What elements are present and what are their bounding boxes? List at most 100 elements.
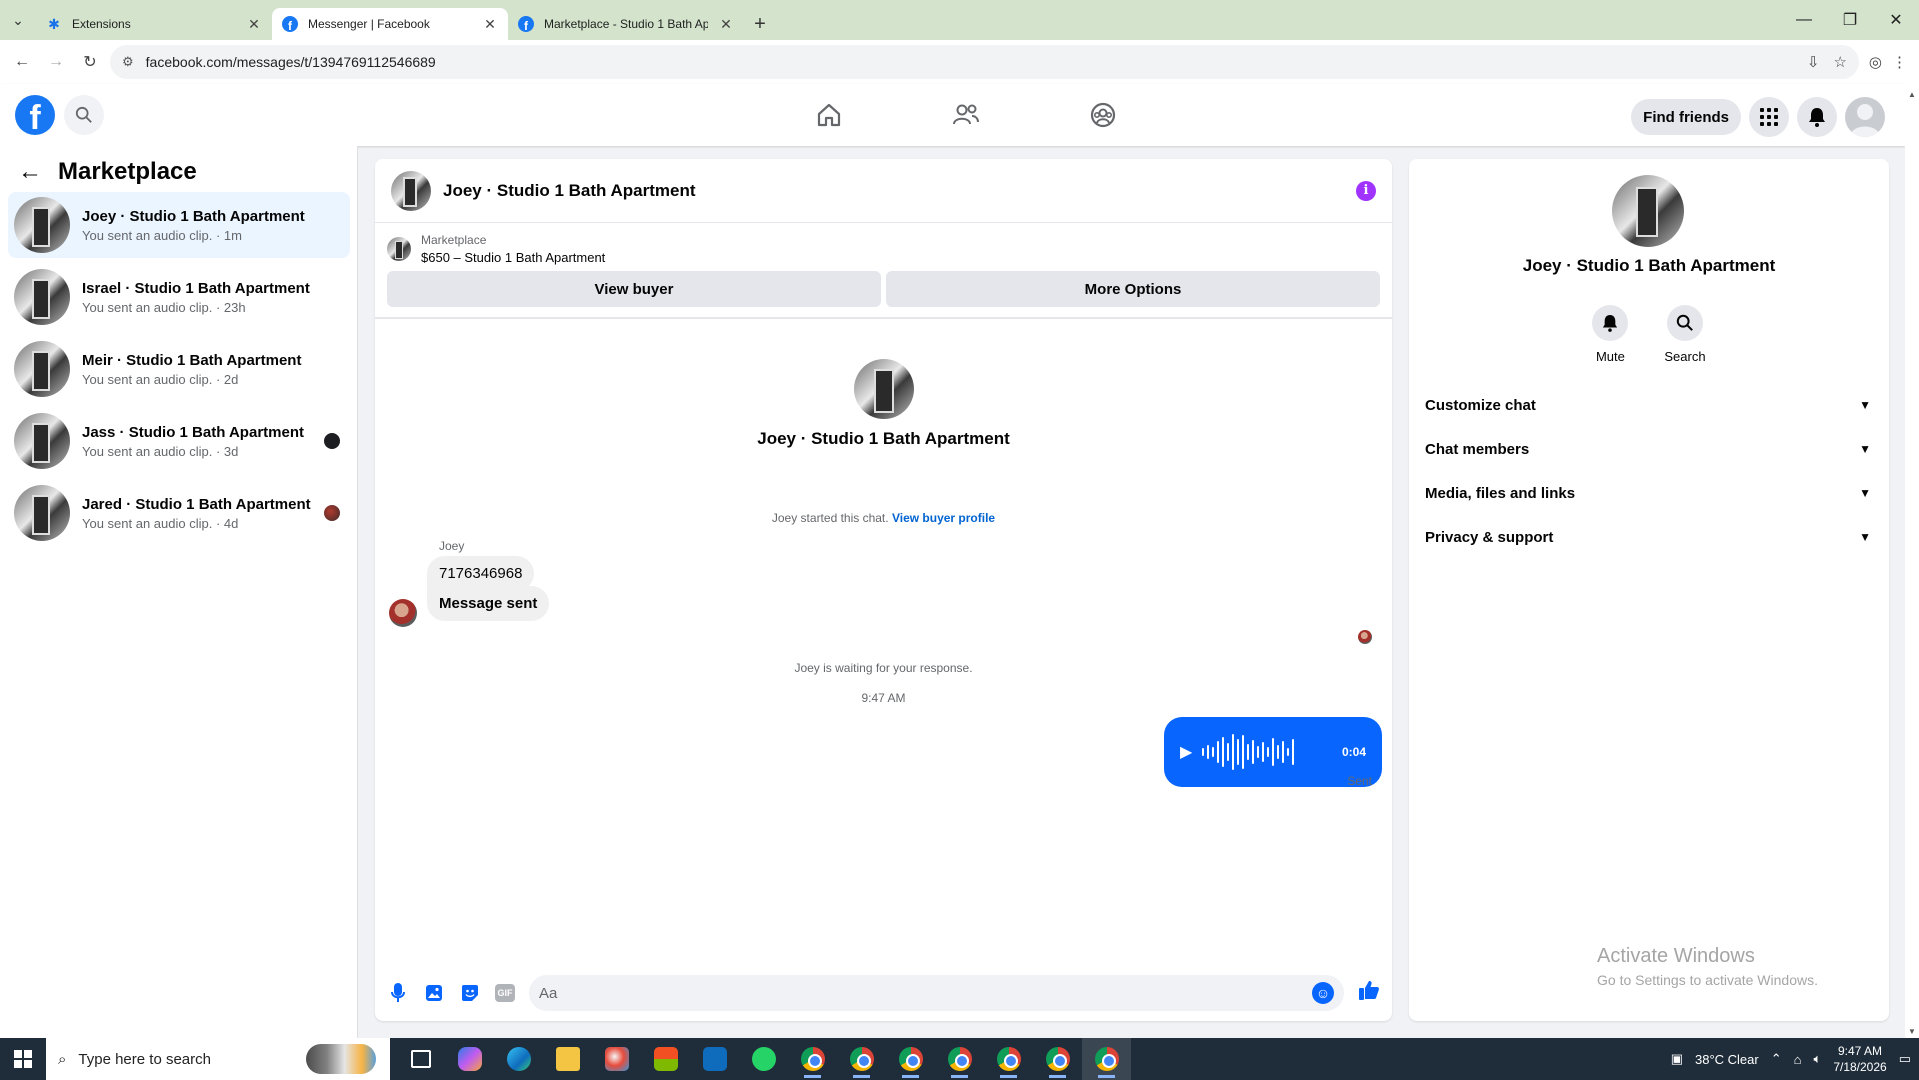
close-window-button[interactable]: ✕: [1873, 0, 1919, 40]
restore-button[interactable]: ❐: [1827, 0, 1873, 40]
chat-started-line: Joey started this chat. View buyer profi…: [375, 511, 1392, 525]
gif-icon[interactable]: GIF: [495, 984, 515, 1002]
profile-icon[interactable]: ◎: [1869, 53, 1882, 71]
weather-text[interactable]: 38°C Clear: [1695, 1052, 1759, 1067]
scroll-down-arrow-icon[interactable]: ▼: [1908, 1027, 1916, 1036]
close-icon[interactable]: ✕: [718, 16, 734, 33]
chat-item-meir[interactable]: Meir · Studio 1 Bath Apartment You sent …: [8, 336, 350, 402]
page-scrollbar[interactable]: ▲ ▼: [1905, 84, 1919, 1038]
close-icon[interactable]: ✕: [246, 16, 262, 33]
emoji-icon[interactable]: ☺: [1312, 982, 1334, 1004]
url-text[interactable]: facebook.com/messages/t/1394769112546689: [146, 54, 1795, 70]
groups-icon[interactable]: [1034, 84, 1171, 146]
chrome-icon[interactable]: [1033, 1038, 1082, 1080]
view-buyer-button[interactable]: View buyer: [387, 271, 881, 307]
tab-marketplace[interactable]: f Marketplace - Studio 1 Bath Ap ✕: [508, 8, 744, 40]
chat-name: Meir · Studio 1 Bath Apartment: [82, 351, 302, 369]
paint-icon[interactable]: [592, 1038, 641, 1080]
chat-item-joey[interactable]: Joey · Studio 1 Bath Apartment You sent …: [8, 192, 350, 258]
chevron-up-icon[interactable]: ⌃: [1771, 1051, 1782, 1067]
install-app-icon[interactable]: ⇩: [1807, 53, 1820, 71]
chat-item-jared[interactable]: Jared · Studio 1 Bath Apartment You sent…: [8, 480, 350, 546]
omnibox[interactable]: ⚙ facebook.com/messages/t/13947691125466…: [110, 45, 1859, 79]
chat-preview: You sent an audio clip. · 23h: [82, 299, 246, 315]
edge-icon[interactable]: [494, 1038, 543, 1080]
section-privacy-support[interactable]: Privacy & support ▼: [1417, 515, 1881, 559]
close-icon[interactable]: ✕: [482, 16, 498, 33]
facebook-logo[interactable]: f: [15, 95, 55, 135]
copilot-icon[interactable]: [445, 1038, 494, 1080]
volume-icon[interactable]: 🔈︎: [1814, 1051, 1822, 1067]
taskbar-search[interactable]: ⌕ Type here to search: [46, 1038, 390, 1080]
forward-button[interactable]: →: [42, 48, 70, 76]
conversation-panel: Joey · Studio 1 Bath Apartment i Marketp…: [375, 159, 1392, 1021]
info-icon[interactable]: i: [1356, 180, 1376, 201]
search-in-chat-button[interactable]: Search: [1664, 305, 1706, 364]
site-info-icon[interactable]: ⚙: [122, 54, 134, 70]
tab-label: Messenger | Facebook: [308, 17, 430, 31]
back-arrow-icon[interactable]: ←: [18, 158, 42, 186]
minimize-button[interactable]: —: [1781, 0, 1827, 40]
microphone-icon[interactable]: [387, 982, 409, 1004]
details-thumbnail[interactable]: [1612, 175, 1684, 247]
chrome-icon[interactable]: [837, 1038, 886, 1080]
section-chat-members[interactable]: Chat members ▼: [1417, 427, 1881, 471]
scroll-up-arrow-icon[interactable]: ▲: [1908, 90, 1916, 99]
chat-item-jass[interactable]: Jass · Studio 1 Bath Apartment You sent …: [8, 408, 350, 474]
message-input[interactable]: [539, 984, 1304, 1002]
find-friends-button[interactable]: Find friends: [1631, 99, 1741, 135]
more-options-button[interactable]: More Options: [886, 271, 1380, 307]
section-customize-chat[interactable]: Customize chat ▼: [1417, 383, 1881, 427]
bell-icon: [1592, 305, 1629, 341]
tab-search-dropdown[interactable]: ⌄: [0, 0, 36, 40]
browser-menu-icon[interactable]: ⋮: [1892, 53, 1907, 71]
file-explorer-icon[interactable]: [543, 1038, 592, 1080]
notifications-bell-icon[interactable]: [1797, 97, 1837, 137]
thumbs-up-icon[interactable]: [1358, 979, 1380, 1007]
chrome-icon[interactable]: [935, 1038, 984, 1080]
message-bubble[interactable]: Message sent: [427, 586, 550, 621]
sent-status: Sent: [1347, 774, 1372, 788]
menu-grid-icon[interactable]: [1749, 97, 1789, 137]
listing-title[interactable]: $650 – Studio 1 Bath Apartment: [421, 250, 605, 265]
tab-messenger[interactable]: f Messenger | Facebook ✕: [272, 8, 508, 40]
home-icon[interactable]: [760, 84, 897, 146]
windows-start-icon[interactable]: [0, 1038, 46, 1080]
view-buyer-profile-link[interactable]: View buyer profile: [892, 511, 995, 525]
sticker-icon[interactable]: [459, 982, 481, 1004]
play-icon[interactable]: ▶: [1180, 742, 1192, 762]
sender-avatar[interactable]: [389, 599, 417, 627]
task-view-icon[interactable]: [396, 1038, 445, 1080]
section-label: Media, files and links: [1425, 484, 1576, 502]
store-icon[interactable]: [641, 1038, 690, 1080]
chrome-icon[interactable]: [984, 1038, 1033, 1080]
photo-icon[interactable]: [423, 982, 445, 1004]
windows-taskbar: ⌕ Type here to search ▣ 38°C Clear ⌃ ⌂ 🔈…: [0, 1038, 1919, 1080]
mute-button[interactable]: Mute: [1592, 305, 1629, 364]
friends-icon[interactable]: [897, 84, 1034, 146]
listing-thumbnail: [14, 485, 70, 541]
chat-item-israel[interactable]: Israel · Studio 1 Bath Apartment You sen…: [8, 264, 350, 330]
new-tab-button[interactable]: +: [744, 8, 776, 40]
back-button[interactable]: ←: [8, 48, 36, 76]
whatsapp-icon[interactable]: [739, 1038, 788, 1080]
bookmark-star-icon[interactable]: ☆: [1833, 53, 1846, 71]
account-avatar[interactable]: [1845, 97, 1885, 137]
conversation-thumbnail[interactable]: [391, 170, 431, 211]
chrome-icon[interactable]: [886, 1038, 935, 1080]
search-icon[interactable]: [64, 95, 104, 135]
tab-extensions[interactable]: ✱ Extensions ✕: [36, 8, 272, 40]
outlook-icon[interactable]: [690, 1038, 739, 1080]
address-bar-row: ← → ↻ ⚙ facebook.com/messages/t/13947691…: [0, 40, 1919, 84]
reload-button[interactable]: ↻: [76, 48, 104, 76]
chrome-icon[interactable]: [1082, 1038, 1131, 1080]
clock[interactable]: 9:47 AM 7/18/2026: [1833, 1043, 1886, 1075]
network-icon[interactable]: ⌂: [1794, 1052, 1802, 1067]
listing-thumbnail: [14, 413, 70, 469]
conversation-title[interactable]: Joey · Studio 1 Bath Apartment: [443, 181, 1344, 201]
notification-center-icon[interactable]: ▭: [1899, 1051, 1911, 1067]
listing-thumbnail[interactable]: [387, 237, 411, 261]
chrome-icon[interactable]: [788, 1038, 837, 1080]
weather-icon[interactable]: ▣: [1671, 1051, 1683, 1067]
section-media-files-links[interactable]: Media, files and links ▼: [1417, 471, 1881, 515]
